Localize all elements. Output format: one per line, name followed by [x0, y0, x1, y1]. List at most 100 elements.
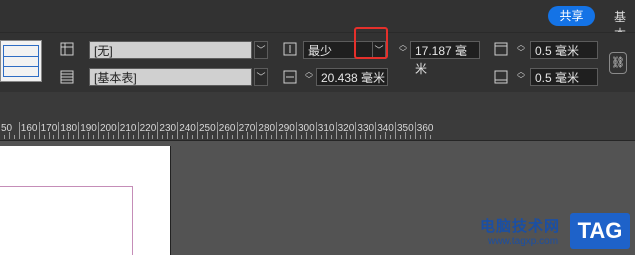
top-bar [0, 0, 635, 32]
ruler-minor-tick [419, 135, 421, 139]
ruler-major-tick [137, 122, 139, 139]
ruler-label: 50 [1, 123, 13, 134]
ruler-label: 250 [199, 123, 216, 134]
ruler-label: 300 [298, 123, 315, 134]
ruler-minor-tick [390, 135, 392, 139]
ruler-label: 260 [218, 123, 236, 134]
ruler-label: 160 [20, 123, 38, 134]
table-preview-icon[interactable] [0, 40, 42, 82]
ruler-major-tick [117, 122, 119, 139]
ruler-minor-tick [291, 135, 293, 139]
ruler-label: 320 [337, 123, 355, 134]
ruler-minor-tick [172, 135, 174, 139]
chevron-down-icon[interactable]: ﹀ [254, 41, 268, 59]
margin-guide [0, 186, 133, 255]
ruler-minor-tick [300, 135, 302, 139]
ruler-label: 220 [139, 123, 157, 134]
ruler-minor-tick [3, 135, 5, 139]
ruler-minor-tick [340, 135, 342, 139]
column-width-input[interactable]: 20.438 毫米 [316, 68, 388, 86]
ruler-minor-tick [370, 135, 372, 139]
ruler-label: 200 [100, 123, 117, 134]
watermark-tag: TAG [570, 213, 630, 249]
stepper-arrows-icon[interactable]: ︿ ﹀ [397, 41, 409, 59]
ruler-minor-tick [429, 135, 431, 139]
horizontal-ruler[interactable]: 50 160 170 180 190 200 210 220 230 240 250 260 270 28… [0, 120, 635, 141]
row-height-icon [283, 42, 297, 56]
top-inset-input[interactable]: 0.5 毫米 [530, 41, 598, 59]
row-height-input[interactable]: 17.187 毫米 [410, 41, 480, 76]
ruler-minor-tick [271, 135, 273, 139]
ruler-minor-tick [409, 135, 411, 139]
ruler-major-tick [375, 122, 377, 139]
ruler-label: 240 [179, 123, 196, 134]
ruler-minor-tick [73, 135, 75, 139]
ruler-major-tick [177, 122, 179, 139]
cell-style-field[interactable]: [基本表] [89, 68, 252, 86]
ruler-minor-tick [310, 135, 312, 139]
ruler-minor-tick [132, 135, 134, 139]
ruler-minor-tick [241, 135, 243, 139]
ruler-minor-tick [93, 135, 95, 139]
ruler-minor-tick [192, 135, 194, 139]
ruler-label: 340 [377, 123, 394, 134]
ruler-major-tick [335, 122, 337, 139]
watermark-url: www.tagxp.com [488, 236, 559, 247]
ruler-label: 190 [80, 123, 97, 134]
ruler-minor-tick [122, 135, 124, 139]
table-style-field[interactable]: [无] [89, 41, 252, 59]
ruler-minor-tick [53, 135, 55, 139]
ruler-minor-tick [261, 135, 263, 139]
bottom-inset-icon [494, 70, 508, 84]
stepper-arrows-icon[interactable]: ︿ ﹀ [303, 68, 315, 86]
ruler-label: 310 [317, 123, 335, 134]
ruler-label: 270 [238, 123, 256, 134]
ruler-major-tick [276, 122, 278, 139]
chevron-down-icon[interactable]: ﹀ [254, 68, 268, 86]
panel-gap [0, 92, 635, 120]
ruler-minor-tick [13, 135, 15, 139]
ruler-label: 210 [119, 123, 137, 134]
ruler-major-tick [236, 122, 238, 139]
ruler-minor-tick [23, 135, 25, 139]
share-button[interactable]: 共享 [548, 6, 595, 26]
ruler-major-tick [395, 122, 396, 139]
ruler-minor-tick [330, 135, 332, 139]
ruler-label: 290 [278, 123, 295, 134]
ruler-minor-tick [102, 135, 104, 139]
ruler-minor-tick [33, 135, 35, 139]
ruler-label: 170 [40, 123, 58, 134]
link-icon[interactable]: ⛓ [609, 52, 627, 74]
ruler-minor-tick [350, 135, 352, 139]
ruler-minor-tick [201, 135, 203, 139]
ruler-minor-tick [211, 135, 213, 139]
ruler-major-tick [256, 122, 258, 139]
stepper-arrows-icon[interactable]: ︿ ﹀ [515, 41, 527, 59]
ruler-minor-tick [320, 135, 322, 139]
ruler-minor-tick [281, 135, 283, 139]
table-style-icon [60, 42, 74, 56]
ruler-label: 280 [258, 123, 276, 134]
ruler-major-tick [315, 122, 317, 139]
stepper-arrows-icon[interactable]: ︿ ﹀ [515, 68, 527, 86]
ruler-minor-tick [43, 135, 45, 139]
ruler-minor-tick [162, 135, 164, 139]
cell-style-icon [60, 70, 74, 84]
ruler-major-tick [216, 122, 218, 139]
ruler-minor-tick [360, 135, 362, 139]
highlight-box [354, 27, 388, 59]
ruler-major-tick [18, 122, 20, 139]
ruler-minor-tick [251, 135, 253, 139]
column-width-icon [283, 70, 297, 84]
ruler-minor-tick [63, 135, 65, 139]
ruler-minor-tick [182, 135, 184, 139]
ruler-label: 180 [60, 123, 78, 134]
ruler-minor-tick [152, 135, 154, 139]
ruler-label: 350 [397, 123, 414, 134]
ruler-label: 330 [357, 123, 375, 134]
bottom-inset-input[interactable]: 0.5 毫米 [530, 68, 598, 86]
ruler-minor-tick [83, 135, 85, 139]
ruler-label: 360 [416, 123, 434, 134]
ruler-major-tick [414, 122, 416, 139]
ruler-major-tick [157, 122, 159, 139]
